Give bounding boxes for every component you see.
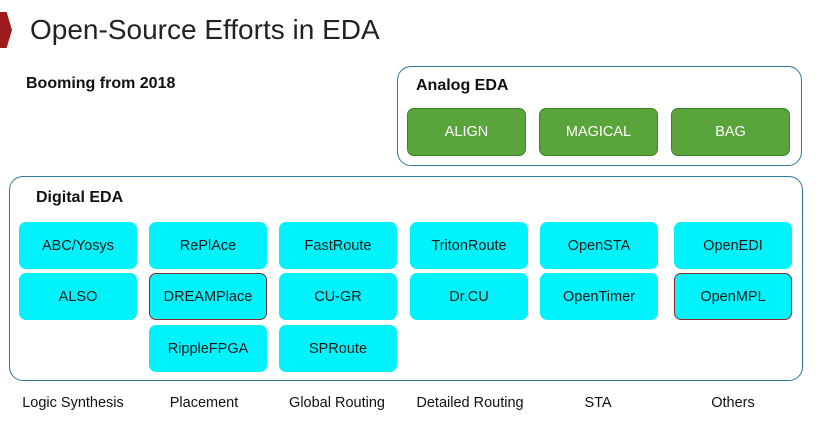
digital-tool-ripplefpga: RippleFPGA — [149, 325, 267, 372]
analog-tool-bag: BAG — [671, 108, 790, 156]
digital-tool-sproute: SPRoute — [279, 325, 397, 372]
digital-tool-tritonroute: TritonRoute — [410, 222, 528, 269]
slide-title: Open-Source Efforts in EDA — [30, 14, 380, 45]
digital-tool-opensta: OpenSTA — [540, 222, 658, 269]
analog-tool-align: ALIGN — [407, 108, 526, 156]
digital-tool-dreamplace: DREAMPlace — [149, 273, 267, 320]
analog-eda-panel: Analog EDA ALIGN MAGICAL BAG — [397, 66, 802, 166]
title-marker — [0, 12, 12, 48]
digital-tool-fastroute: FastRoute — [279, 222, 397, 269]
slide-subtitle: Booming from 2018 — [26, 75, 176, 92]
category-label-global-routing: Global Routing — [289, 395, 385, 411]
digital-tool-openedi: OpenEDI — [674, 222, 792, 269]
analog-tool-magical: MAGICAL — [539, 108, 658, 156]
category-label-others: Others — [711, 395, 755, 411]
digital-tool-cu-gr: CU-GR — [279, 273, 397, 320]
digital-tool-abc-yosys: ABC/Yosys — [19, 222, 137, 269]
digital-tool-dr-cu: Dr.CU — [410, 273, 528, 320]
digital-tool-also: ALSO — [19, 273, 137, 320]
digital-eda-panel: Digital EDA ABC/Yosys ALSO RePlAce DREAM… — [9, 176, 803, 381]
category-label-placement: Placement — [169, 395, 239, 411]
analog-eda-title: Analog EDA — [416, 77, 509, 94]
category-label-logic-synthesis: Logic Synthesis — [22, 395, 124, 411]
category-label-sta: STA — [584, 395, 612, 411]
digital-eda-title: Digital EDA — [36, 189, 124, 206]
category-label-detailed-routing: Detailed Routing — [416, 395, 524, 411]
digital-tool-replace: RePlAce — [149, 222, 267, 269]
digital-tool-opentimer: OpenTimer — [540, 273, 658, 320]
digital-tool-openmpl: OpenMPL — [674, 273, 792, 320]
